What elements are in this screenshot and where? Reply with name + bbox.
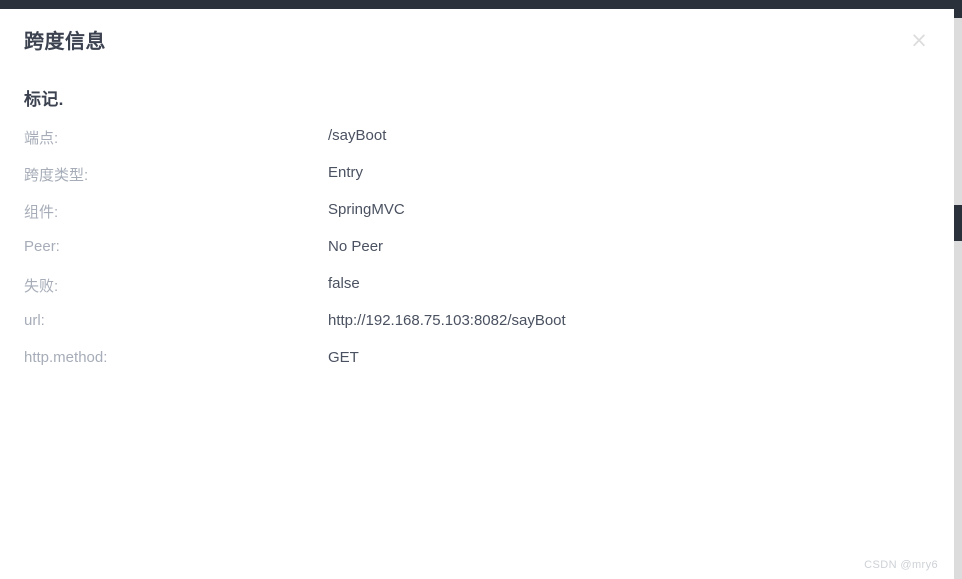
detail-label-endpoint: 端点: <box>24 130 59 147</box>
detail-label-component: 组件: <box>24 204 59 221</box>
table-row: 端点: /sayBoot <box>0 127 954 164</box>
table-row: 组件: SpringMVC <box>0 201 954 238</box>
detail-label-http-method: http.method: <box>24 349 108 366</box>
modal-header: 跨度信息 × <box>0 9 954 69</box>
watermark: CSDN @mry6 <box>864 559 938 571</box>
vertical-scrollbar[interactable] <box>954 9 962 579</box>
scrollbar-thumb-top-cap[interactable] <box>954 9 962 18</box>
detail-value-span-type: Entry <box>328 164 364 181</box>
detail-value-peer: No Peer <box>328 238 384 255</box>
span-detail-list: 端点: /sayBoot 跨度类型: Entry 组件: SpringMVC P… <box>0 127 954 386</box>
table-row: Peer: No Peer <box>0 238 954 275</box>
table-row: http.method: GET <box>0 349 954 386</box>
span-info-modal: 跨度信息 × 标记. 端点: /sayBoot 跨度类型: Entry 组件: … <box>0 9 954 579</box>
close-icon[interactable]: × <box>906 27 932 53</box>
tags-section-heading: 标记. <box>24 90 64 109</box>
scrollbar-thumb[interactable] <box>954 205 962 241</box>
detail-value-url: http://192.168.75.103:8082/sayBoot <box>328 312 566 329</box>
table-row: 跨度类型: Entry <box>0 164 954 201</box>
top-chrome-bar <box>0 0 962 9</box>
table-row: url: http://192.168.75.103:8082/sayBoot <box>0 312 954 349</box>
detail-label-url: url: <box>24 312 45 329</box>
page-title: 跨度信息 <box>24 31 106 53</box>
detail-label-peer: Peer: <box>24 238 60 255</box>
table-row: 失败: false <box>0 275 954 312</box>
detail-label-span-type: 跨度类型: <box>24 167 89 184</box>
detail-value-http-method: GET <box>328 349 359 366</box>
detail-label-error: 失败: <box>24 278 59 295</box>
detail-value-component: SpringMVC <box>328 201 405 218</box>
detail-value-error: false <box>328 275 360 292</box>
detail-value-endpoint: /sayBoot <box>328 127 387 144</box>
